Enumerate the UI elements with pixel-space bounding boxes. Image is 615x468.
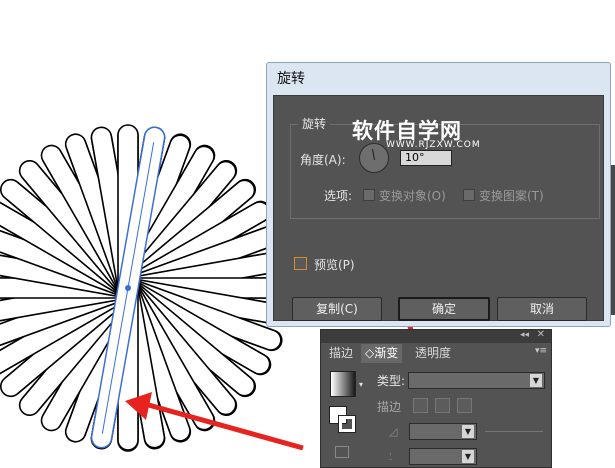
gradient-swatch[interactable] bbox=[330, 371, 356, 397]
watermark-url: WWW.RJZXW.COM bbox=[386, 140, 481, 150]
center-point bbox=[125, 285, 131, 291]
stroke-icon[interactable] bbox=[338, 415, 356, 433]
angle-dial[interactable] bbox=[359, 143, 389, 173]
divider bbox=[485, 431, 543, 432]
group-title: 旋转 bbox=[298, 115, 331, 132]
preview-label: 预览(P) bbox=[314, 258, 355, 272]
transform-pattern-checkbox[interactable] bbox=[463, 189, 475, 201]
angle-label: 角度(A): bbox=[300, 153, 346, 167]
angle-select[interactable]: ▼ bbox=[409, 423, 477, 440]
stroke-option-2-icon[interactable] bbox=[435, 398, 450, 413]
chevron-down-icon: ▼ bbox=[462, 425, 474, 438]
collapse-icon[interactable]: ◂◂ bbox=[520, 330, 529, 340]
ok-button[interactable]: 确定 bbox=[398, 297, 490, 321]
options-label: 选项: bbox=[324, 189, 353, 203]
chevron-down-icon: ▼ bbox=[462, 450, 474, 463]
aspect-select[interactable]: ▼ bbox=[409, 448, 477, 465]
dial-needle bbox=[372, 149, 375, 161]
type-label: 类型: bbox=[377, 374, 406, 388]
rotate-dialog: 旋转 旋转 角度(A): 10° 选项: 变换对象(O) 变换图案(T) 预览(… bbox=[266, 62, 611, 327]
cancel-button[interactable]: 取消 bbox=[497, 297, 587, 321]
transform-pattern-label: 变换图案(T) bbox=[479, 189, 544, 203]
panel-header: ◂◂ ✕ bbox=[321, 329, 551, 343]
tab-transparency[interactable]: 透明度 bbox=[411, 344, 455, 363]
gradient-panel: ◂◂ ✕ 描边 ◇渐变 透明度 ▾≡ ▾ 类型: ▼ 描边 ◿ ▼ ⍘ ▼ bbox=[320, 329, 552, 468]
align-icon[interactable] bbox=[335, 446, 349, 458]
chevron-down-icon: ▼ bbox=[530, 374, 542, 387]
transform-objects-label: 变换对象(O) bbox=[379, 189, 446, 203]
stroke-label: 描边 bbox=[377, 400, 402, 414]
tab-stroke[interactable]: 描边 bbox=[325, 344, 357, 363]
preview-checkbox[interactable] bbox=[294, 257, 307, 270]
transform-objects-checkbox[interactable] bbox=[363, 189, 375, 201]
type-select[interactable]: ▼ bbox=[408, 372, 545, 389]
copy-button[interactable]: 复制(C) bbox=[292, 297, 382, 321]
panel-menu-icon[interactable]: ▾≡ bbox=[535, 346, 547, 356]
stroke-option-3-icon[interactable] bbox=[457, 398, 472, 413]
dialog-title: 旋转 bbox=[277, 71, 305, 87]
close-icon[interactable]: ✕ bbox=[537, 329, 545, 340]
angle-icon: ◿ bbox=[389, 425, 398, 438]
tab-gradient[interactable]: ◇渐变 bbox=[361, 344, 403, 363]
stroke-option-1-icon[interactable] bbox=[413, 398, 428, 413]
aspect-icon: ⍘ bbox=[387, 450, 394, 463]
angle-input[interactable]: 10° bbox=[400, 150, 452, 166]
swatch-dropdown-icon[interactable]: ▾ bbox=[359, 380, 363, 389]
